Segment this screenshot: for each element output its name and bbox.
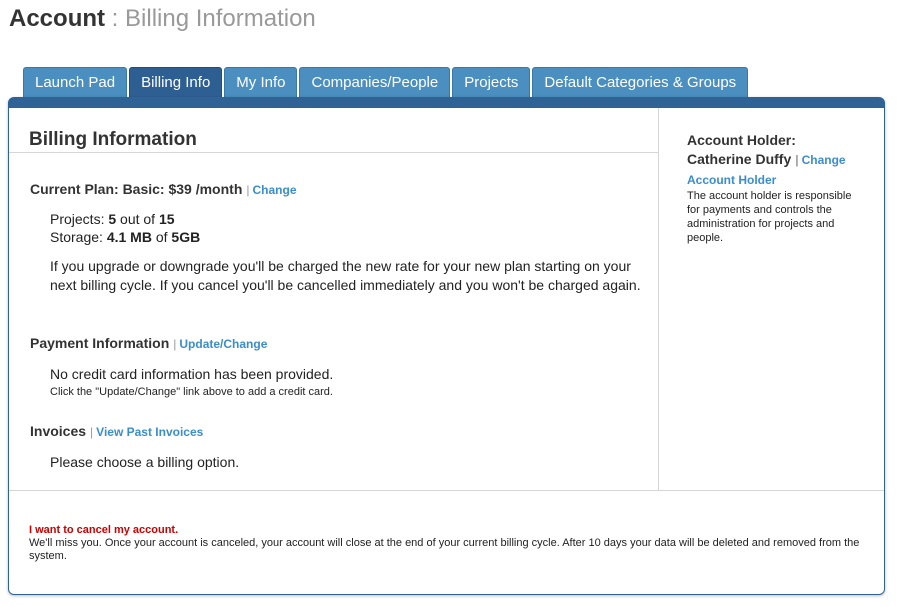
tab-billing-info[interactable]: Billing Info xyxy=(129,67,223,98)
pipe-separator: | xyxy=(246,183,250,197)
tab-launch-pad[interactable]: Launch Pad xyxy=(23,67,128,98)
cancel-section: I want to cancel my account. We'll miss … xyxy=(29,524,869,563)
tab-my-info[interactable]: My Info xyxy=(224,67,298,98)
account-holder-name: Catherine Duffy xyxy=(687,151,792,167)
change-plan-link[interactable]: Change xyxy=(253,183,297,197)
payment-status: No credit card information has been prov… xyxy=(50,366,334,382)
account-holder-name-row: Catherine Duffy | Change xyxy=(687,150,867,170)
title-divider xyxy=(9,152,658,153)
account-holder-description: The account holder is responsible for pa… xyxy=(687,190,852,244)
storage-total: 5GB xyxy=(171,229,201,245)
main-column: Billing Information Current Plan: Basic:… xyxy=(9,108,659,490)
storage-prefix: Storage: xyxy=(50,229,107,245)
cancel-description: We'll miss you. Once your account is can… xyxy=(29,537,860,562)
storage-used: 4.1 MB xyxy=(106,229,152,245)
projects-used: 5 xyxy=(108,211,117,227)
projects-mid: out of xyxy=(116,211,159,227)
pipe-separator: | xyxy=(173,337,177,351)
projects-prefix: Projects: xyxy=(50,211,109,227)
invoices-row: Invoices | View Past Invoices xyxy=(30,423,203,439)
tab-bar: Launch Pad Billing Info My Info Companie… xyxy=(23,67,750,98)
page-title: Account : Billing Information xyxy=(9,4,316,34)
pipe-separator: | xyxy=(90,425,94,439)
invoices-message: Please choose a billing option. xyxy=(50,454,240,470)
section-title: Billing Information xyxy=(29,129,197,150)
update-payment-link[interactable]: Update/Change xyxy=(179,337,267,351)
account-holder-label: Account Holder: xyxy=(687,132,796,148)
payment-info-label: Payment Information xyxy=(30,335,170,351)
current-plan-label: Current Plan: Basic: $39 /month xyxy=(30,181,243,197)
change-holder-link[interactable]: Change xyxy=(802,153,846,167)
current-plan-row: Current Plan: Basic: $39 /month | Change xyxy=(30,181,297,197)
payment-info-row: Payment Information | Update/Change xyxy=(30,335,267,351)
invoices-label: Invoices xyxy=(30,423,87,439)
cancel-account-link[interactable]: I want to cancel my account. xyxy=(29,524,869,536)
account-holder-link[interactable]: Account Holder xyxy=(687,173,867,187)
page-title-main: Account xyxy=(9,5,105,32)
payment-hint: Click the "Update/Change" link above to … xyxy=(50,386,333,398)
billing-panel: Billing Information Current Plan: Basic:… xyxy=(8,97,885,595)
projects-usage: Projects: 5 out of 15 xyxy=(50,210,175,228)
cancel-divider xyxy=(9,490,884,491)
account-holder-sidebar: Account Holder: Catherine Duffy | Change A… xyxy=(687,131,867,245)
page-title-sub: Billing Information xyxy=(125,5,316,32)
projects-total: 15 xyxy=(158,211,175,227)
pipe-separator: | xyxy=(795,153,799,167)
storage-mid: of xyxy=(151,229,172,245)
plan-change-note: If you upgrade or downgrade you'll be ch… xyxy=(50,258,641,293)
tab-projects[interactable]: Projects xyxy=(452,67,531,98)
storage-usage: Storage: 4.1 MB of 5GB xyxy=(50,228,200,246)
page-title-separator: : xyxy=(105,5,126,32)
tab-companies-people[interactable]: Companies/People xyxy=(299,67,451,98)
view-past-invoices-link[interactable]: View Past Invoices xyxy=(96,425,203,439)
tab-default-categories-groups[interactable]: Default Categories & Groups xyxy=(532,67,749,98)
